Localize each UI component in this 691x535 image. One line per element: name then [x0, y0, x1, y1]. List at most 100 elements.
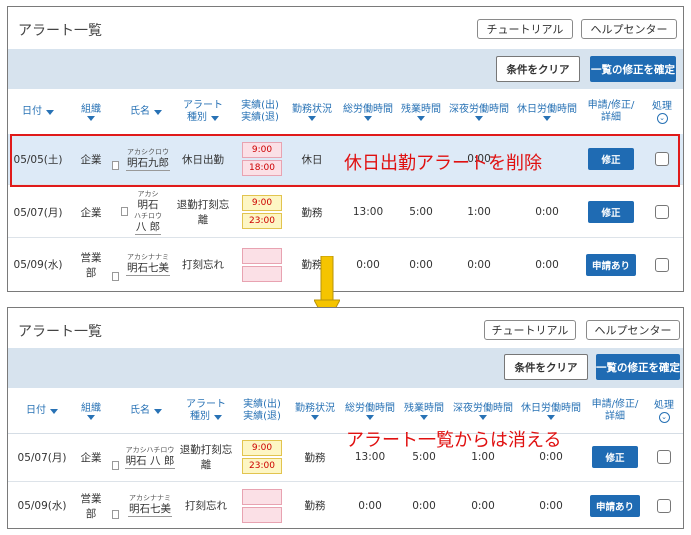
row-date: 05/07(月)	[13, 206, 63, 219]
table-row[interactable]: 05/09(水) 営業 部 アカシナナミ 明石七美 打刻忘れ 勤務 0:00 0…	[8, 482, 683, 528]
row-name: アカシクロウ 明石九郎	[126, 147, 170, 171]
sort-down-icon	[46, 109, 54, 115]
row-check	[642, 238, 682, 291]
sort-down-icon	[543, 115, 551, 121]
row-total: 0:00	[358, 499, 382, 512]
row-name: アカシナナミ 明石七美	[126, 253, 170, 276]
row-times: 9:00 18:00	[240, 134, 284, 184]
clock-in-box[interactable]	[242, 247, 282, 264]
row-action: 申請あり	[586, 482, 644, 528]
sort-down-icon	[87, 414, 95, 420]
col-org[interactable]: 組織	[70, 388, 112, 434]
row-overtime: 0:00	[412, 499, 436, 512]
edit-button[interactable]: 修正	[588, 148, 634, 170]
sort-down-icon	[364, 115, 372, 121]
clock-out-box[interactable]	[242, 506, 282, 523]
edit-button[interactable]: 修正	[588, 201, 634, 223]
chevron-down-icon: ⌄	[658, 411, 670, 423]
row-alert: 打刻忘れ	[185, 500, 227, 512]
clock-out-box[interactable]	[242, 265, 282, 282]
help-center-button[interactable]: ヘルプセンター	[581, 19, 677, 39]
row-times	[240, 238, 284, 291]
alert-list-after: アラート一覧 チュートリアル ヘルプセンター 条件をクリア 一覧の修正を確定 日…	[7, 307, 684, 529]
col-overtime[interactable]: 残業時間	[397, 89, 445, 135]
col-name[interactable]: 氏名	[116, 89, 176, 135]
row-checkbox[interactable]	[657, 498, 671, 513]
confirm-list-edits-button[interactable]: 一覧の修正を確定	[596, 354, 680, 380]
row-holiday: 0:00	[535, 258, 559, 271]
row-action: 修正	[586, 433, 644, 481]
row-total: 13:00	[352, 206, 384, 218]
sort-down-icon	[479, 414, 487, 420]
memo-icon[interactable]	[112, 161, 119, 170]
col-date[interactable]: 日付	[16, 388, 68, 434]
row-name: アカシナナミ 明石七美	[128, 494, 172, 517]
sort-down-icon	[547, 414, 555, 420]
col-org[interactable]: 組織	[70, 89, 112, 135]
row-total: 0:00	[356, 258, 380, 271]
col-night-hours[interactable]: 深夜労働時間	[446, 89, 512, 135]
clock-out-box[interactable]: 23:00	[242, 458, 282, 474]
row-date: 05/07(月)	[17, 451, 67, 464]
sort-down-icon	[211, 115, 219, 121]
edit-button[interactable]: 修正	[592, 446, 638, 468]
col-date[interactable]: 日付	[13, 89, 63, 135]
clear-conditions-button[interactable]: 条件をクリア	[496, 56, 580, 82]
row-night: 1:00	[467, 206, 491, 218]
row-checkbox[interactable]	[655, 257, 669, 272]
clock-in-box[interactable]: 9:00	[242, 440, 282, 456]
row-overtime: 0:00	[409, 258, 433, 271]
row-org: 営業 部	[80, 251, 102, 279]
row-date: 05/05(土)	[13, 153, 63, 166]
request-exists-button[interactable]: 申請あり	[590, 494, 640, 517]
confirm-list-edits-button[interactable]: 一覧の修正を確定	[590, 56, 676, 82]
row-holiday: 0:00	[539, 499, 563, 512]
col-status[interactable]: 勤務状況	[290, 388, 340, 434]
row-org: 企業	[80, 153, 102, 166]
row-checkbox[interactable]	[655, 152, 669, 166]
memo-icon[interactable]	[112, 272, 119, 281]
table-row[interactable]: 05/07(月) 企業 アカシ 明石 ハチロウ 八 郎 退勤打刻忘 離 9:00…	[8, 187, 683, 238]
memo-icon[interactable]	[121, 207, 128, 216]
sort-down-icon	[154, 109, 162, 115]
col-process[interactable]: 処理 ⌄	[644, 388, 683, 434]
col-alert-type[interactable]: アラート 種別	[178, 388, 234, 434]
sort-down-icon	[154, 408, 162, 414]
table-row[interactable]: 05/09(水) 営業 部 アカシナナミ 明石七美 打刻忘れ 勤務 0:00 0…	[8, 238, 683, 291]
clock-out-box[interactable]: 18:00	[242, 160, 282, 176]
col-total-hours[interactable]: 総労働時間	[340, 89, 396, 135]
col-name[interactable]: 氏名	[116, 388, 176, 434]
row-date: 05/09(水)	[17, 500, 67, 512]
help-center-button[interactable]: ヘルプセンター	[586, 320, 680, 340]
clock-out-box[interactable]: 23:00	[242, 213, 282, 229]
row-action: 申請あり	[582, 238, 640, 291]
col-alert-type[interactable]: アラート 種別	[175, 89, 231, 135]
sort-down-icon	[420, 414, 428, 420]
memo-icon[interactable]	[112, 461, 119, 470]
row-org: 企業	[80, 451, 102, 464]
page-title: アラート一覧	[18, 23, 102, 39]
row-check	[642, 187, 682, 237]
row-times: 9:00 23:00	[240, 187, 284, 237]
tutorial-button[interactable]: チュートリアル	[477, 19, 573, 39]
row-status: 勤務	[301, 206, 323, 219]
row-checkbox[interactable]	[657, 450, 671, 464]
chevron-down-icon: ⌄	[656, 112, 668, 124]
clear-conditions-button[interactable]: 条件をクリア	[504, 354, 588, 380]
request-exists-button[interactable]: 申請あり	[586, 253, 636, 276]
col-apply: 申請/修正/詳細	[591, 399, 639, 422]
clock-in-box[interactable]: 9:00	[242, 195, 282, 211]
row-alert: 退勤打刻忘 離	[176, 199, 230, 226]
clock-in-box[interactable]: 9:00	[242, 142, 282, 158]
tutorial-button[interactable]: チュートリアル	[484, 320, 576, 340]
table-header: 日付 組織 氏名 アラート 種別 実績(出) 実績(退) 勤務状況 総労働時間 残業…	[8, 89, 683, 135]
row-checkbox[interactable]	[655, 205, 669, 219]
row-alert: 退勤打刻忘 離	[179, 444, 233, 471]
col-holiday-hours[interactable]: 休日労働時間	[514, 89, 580, 135]
memo-icon[interactable]	[112, 510, 119, 519]
col-process[interactable]: 処理 ⌄	[642, 89, 682, 135]
row-alert: 打刻忘れ	[182, 259, 224, 271]
col-status[interactable]: 勤務状況	[288, 89, 336, 135]
clock-in-box[interactable]	[242, 488, 282, 505]
col-actual-time: 実績(出) 実績(退)	[243, 399, 281, 422]
